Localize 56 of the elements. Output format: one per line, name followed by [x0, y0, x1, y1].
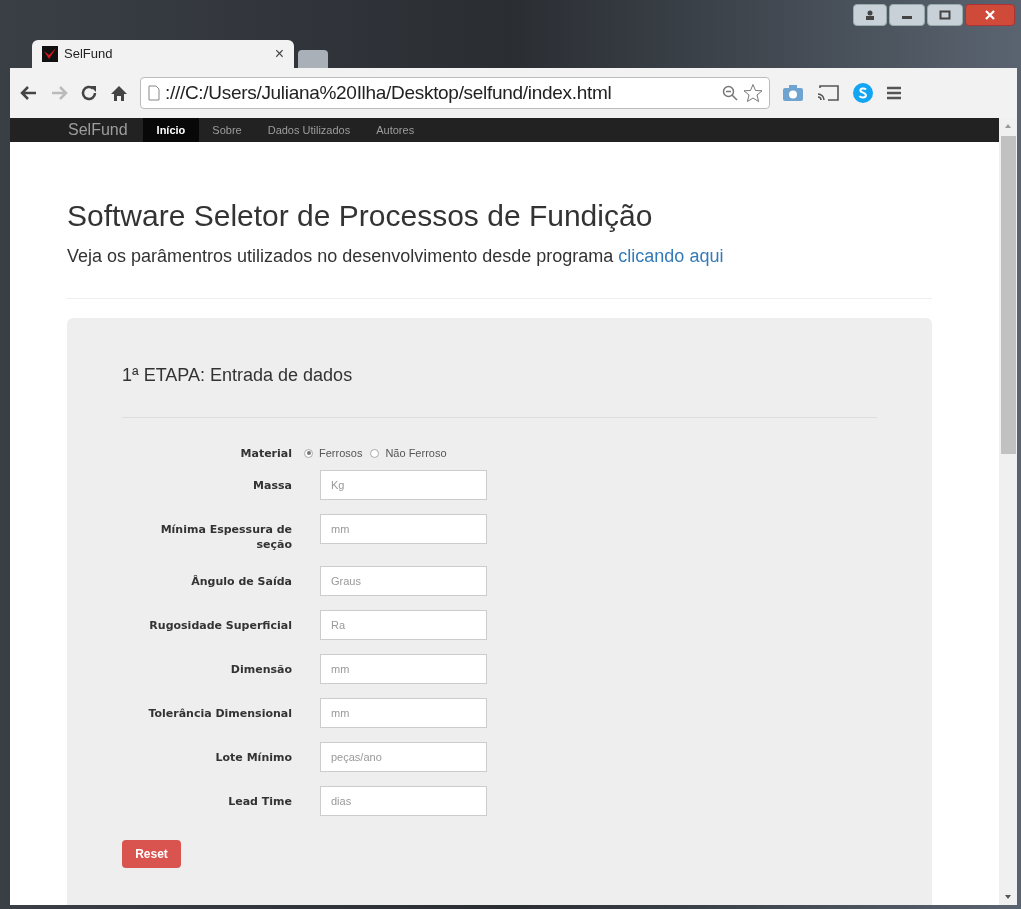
radio-button[interactable]: [304, 448, 313, 458]
close-icon: [984, 10, 996, 20]
field-label: Dimensão: [229, 662, 292, 677]
menu-icon[interactable]: [886, 85, 902, 101]
address-text: :///C:/Users/Juliana%20Ilha/Desktop/selfund/index.html: [165, 80, 613, 105]
input-field[interactable]: mm: [320, 698, 487, 728]
input-field[interactable]: Graus: [320, 566, 487, 596]
radio-button[interactable]: [370, 448, 380, 458]
field-label: Ângulo de Saída: [190, 574, 292, 589]
field-label: Lote Mínimo: [214, 750, 292, 765]
nav-link[interactable]: Início: [142, 118, 200, 142]
maximize-icon: [939, 10, 951, 20]
panel-title: 1ª ETAPA: Entrada de dados: [122, 364, 354, 387]
maximize-button[interactable]: [927, 4, 963, 26]
input-field[interactable]: Kg: [320, 470, 487, 500]
field-label: Mínima Espessura de seção: [159, 522, 292, 552]
page-title: Software Seletor de Processos de Fundição: [67, 198, 654, 234]
field-label: Massa: [252, 478, 292, 493]
reload-icon[interactable]: [80, 84, 98, 102]
reset-button[interactable]: Reset: [122, 840, 181, 868]
input-field[interactable]: peças/ano: [320, 742, 487, 772]
skype-icon[interactable]: [852, 82, 874, 104]
search-icon[interactable]: [721, 84, 739, 102]
nav-link[interactable]: Sobre: [199, 118, 255, 142]
field-label: Material: [239, 445, 292, 461]
back-icon[interactable]: [20, 85, 38, 101]
field-label: Lead Time: [227, 794, 292, 809]
field-label: Tolerância Dimensional: [147, 706, 292, 721]
tab-title: SelFund: [64, 45, 114, 64]
user-button[interactable]: [853, 4, 887, 26]
page-icon: [147, 85, 161, 101]
address-bar[interactable]: :///C:/Users/Juliana%20Ilha/Desktop/selfund/index.html: [140, 77, 770, 109]
tab-close-button[interactable]: ×: [274, 42, 284, 66]
radio-label[interactable]: Ferrosos: [319, 444, 363, 462]
home-icon[interactable]: [110, 84, 128, 102]
field-label: Rugosidade Superficial: [148, 618, 292, 633]
nav-link[interactable]: Dados Utilizados: [254, 118, 364, 142]
camera-icon[interactable]: [782, 84, 804, 102]
scroll-thumb[interactable]: [1000, 136, 1016, 454]
brand-link[interactable]: SelFund: [68, 118, 143, 142]
input-field[interactable]: dias: [320, 786, 487, 816]
input-field[interactable]: Ra: [320, 610, 487, 640]
star-icon[interactable]: [743, 83, 763, 103]
link[interactable]: clicando aqui: [618, 246, 724, 266]
close-button[interactable]: [965, 4, 1015, 26]
subtitle-text: Veja os parâmentros utilizados no desenvolvimento desde programa: [67, 246, 614, 266]
input-field[interactable]: mm: [320, 514, 487, 544]
minimize-button[interactable]: [889, 4, 925, 26]
browser-tab[interactable]: SelFund ×: [32, 40, 294, 68]
radio-label[interactable]: Não Ferroso: [385, 444, 447, 462]
logo-icon: [42, 46, 58, 62]
scrollbar[interactable]: [999, 118, 1017, 905]
user-icon: [864, 9, 876, 21]
nav-link[interactable]: Autores: [363, 118, 428, 142]
cast-icon[interactable]: [816, 84, 840, 102]
input-field[interactable]: mm: [320, 654, 487, 684]
